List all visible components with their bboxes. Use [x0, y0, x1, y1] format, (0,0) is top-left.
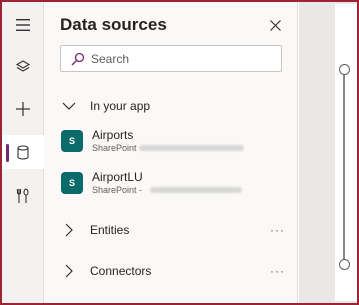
source-name: Airports — [92, 128, 134, 142]
section-label: In your app — [90, 99, 151, 113]
section-label: Connectors — [90, 264, 152, 278]
chevron-right-icon — [65, 223, 73, 237]
design-canvas — [299, 2, 357, 303]
database-icon — [17, 144, 29, 160]
source-type: SharePoint - — [92, 185, 143, 195]
advanced-tools-button[interactable] — [2, 179, 44, 213]
app-frame: Data sources In your app S Airports Shar… — [0, 0, 359, 305]
search-input[interactable] — [91, 51, 271, 66]
section-label: Entities — [90, 223, 130, 237]
menu-button[interactable] — [2, 8, 44, 42]
list-item-airports[interactable]: S Airports SharePoint — [44, 123, 298, 163]
more-options-button[interactable]: ··· — [270, 223, 285, 237]
tree-view-button[interactable] — [2, 50, 44, 84]
screen-preview[interactable] — [335, 4, 357, 301]
left-rail — [2, 2, 44, 303]
insert-button[interactable] — [2, 92, 44, 126]
source-name: AirportLU — [92, 170, 143, 184]
chevron-down-icon — [62, 102, 76, 110]
tools-icon — [16, 188, 29, 203]
close-icon — [269, 19, 281, 31]
redacted-url — [150, 187, 242, 193]
redacted-url — [139, 145, 244, 151]
sharepoint-icon: S — [61, 130, 83, 152]
search-box[interactable] — [60, 45, 282, 72]
layers-icon — [15, 60, 31, 72]
resize-handle[interactable] — [339, 64, 350, 75]
section-entities[interactable]: Entities ··· — [44, 216, 298, 244]
data-sources-panel: Data sources In your app S Airports Shar… — [44, 2, 298, 303]
hamburger-icon — [16, 19, 30, 31]
data-sources-button[interactable] — [2, 135, 44, 169]
sharepoint-icon: S — [61, 172, 83, 194]
resize-handle[interactable] — [339, 259, 350, 270]
close-button[interactable] — [266, 16, 284, 34]
selection-border — [343, 70, 345, 265]
section-connectors[interactable]: Connectors ··· — [44, 257, 298, 285]
plus-icon — [16, 102, 30, 116]
chevron-right-icon — [65, 264, 73, 278]
source-type: SharePoint — [92, 143, 137, 153]
list-item-airportlu[interactable]: S AirportLU SharePoint - — [44, 165, 298, 205]
search-icon — [71, 52, 85, 65]
section-in-your-app[interactable]: In your app — [44, 92, 298, 120]
panel-title: Data sources — [60, 15, 167, 34]
more-options-button[interactable]: ··· — [270, 264, 285, 278]
